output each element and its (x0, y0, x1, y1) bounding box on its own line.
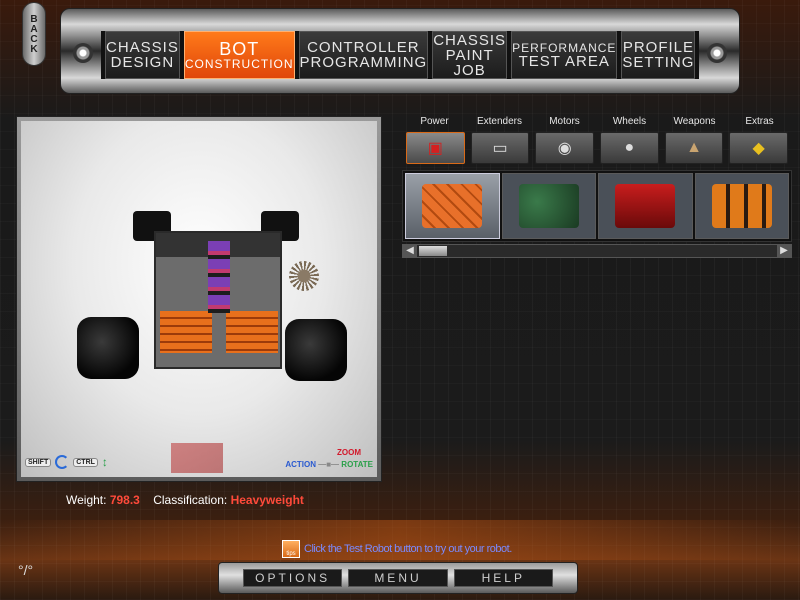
menu-button[interactable]: MENU (348, 569, 448, 587)
battery-icon: ▣ (427, 140, 443, 157)
parts-carousel (402, 170, 792, 242)
tab-chassis-paint-job[interactable]: CHASSIS PAINT JOB (432, 31, 508, 79)
tab-chassis-design[interactable]: CHASSIS DESIGN (105, 31, 180, 79)
robot-battery-right-2 (252, 311, 278, 353)
wrench-watermark-icon (171, 443, 223, 473)
robot-battery-left-2 (186, 311, 212, 353)
robot-battery-right (226, 311, 252, 353)
category-extras-button[interactable]: ◆ (729, 132, 789, 164)
tip-bar: tips Click the Test Robot button to try … (282, 540, 512, 558)
tab-profile-setting[interactable]: PROFILE SETTING (621, 31, 696, 79)
orange-battery-part (422, 184, 483, 228)
corner-logo: °/° (18, 562, 34, 578)
robot-3d-view[interactable]: SHIFT CTRL ↕ ZOOM ACTION —■— ROTATE (21, 121, 377, 477)
back-label: BACK (28, 14, 40, 54)
scroll-left-arrow-icon[interactable]: ◀ (403, 245, 417, 257)
extender-bar-icon: ▭ (492, 140, 508, 157)
vertical-move-icon: ↕ (101, 455, 108, 469)
scroll-thumb[interactable] (419, 246, 447, 256)
part-item[interactable] (501, 173, 596, 239)
category-wheels-label: Wheels (612, 116, 647, 127)
red-battery-part (615, 184, 676, 228)
robot-controller (208, 241, 230, 313)
ctrl-key: CTRL (73, 457, 98, 467)
robot-wheel-left (77, 317, 139, 379)
category-extenders-label: Extenders (476, 116, 523, 127)
category-weapons-button[interactable]: ▲ (664, 132, 724, 164)
robot-viewport[interactable]: SHIFT CTRL ↕ ZOOM ACTION —■— ROTATE (16, 116, 382, 482)
help-button[interactable]: HELP (453, 569, 553, 587)
tab-performance-test-area[interactable]: PERFORMANCE TEST AREA (511, 31, 618, 79)
robot-stats: Weight: 798.3 Classification: Heavyweigh… (66, 493, 314, 507)
gear-tool-icon[interactable] (289, 261, 319, 291)
main-nav-bar: CHASSIS DESIGN BOT CONSTRUCTION CONTROLL… (60, 8, 740, 94)
tab-controller-programming[interactable]: CONTROLLER PROGRAMMING (298, 31, 429, 79)
robot-wheel-right (285, 319, 347, 381)
category-motors-button[interactable]: ◉ (535, 132, 595, 164)
extras-icon: ◆ (752, 140, 765, 157)
weight-label: Weight: (66, 493, 107, 507)
rotate-icon (55, 455, 70, 469)
nav-bolt-right-icon (707, 43, 727, 63)
category-extras-label: Extras (745, 116, 774, 127)
action-hint: ZOOM ACTION —■— ROTATE (285, 448, 373, 469)
options-button[interactable]: OPTIONS (243, 569, 343, 587)
back-button[interactable]: BACK (22, 2, 46, 66)
nav-bolt-left-icon (73, 43, 93, 63)
scroll-right-arrow-icon[interactable]: ▶ (777, 245, 791, 257)
category-weapons-label: Weapons (673, 116, 716, 127)
classification-value: Heavyweight (230, 493, 304, 507)
category-power-button[interactable]: ▣ (406, 132, 465, 164)
category-extenders-button[interactable]: ▭ (470, 132, 530, 164)
zoom-hint: ZOOM (337, 448, 361, 457)
category-motors-label: Motors (549, 116, 580, 127)
part-item[interactable] (694, 173, 789, 239)
weapon-icon: ▲ (686, 139, 702, 156)
shift-key: SHIFT (25, 457, 52, 467)
green-circuit-part (518, 184, 579, 228)
orange-battery-pack-part (711, 184, 772, 228)
category-buttons: ▣ ▭ ◉ ● ▲ ◆ (402, 132, 792, 166)
classification-label: Classification: (153, 493, 228, 507)
tip-text: Click the Test Robot button to try out y… (304, 543, 512, 555)
motor-icon: ◉ (557, 140, 572, 157)
tips-icon: tips (282, 540, 300, 558)
category-power-label: Power (420, 116, 449, 127)
robot-battery-left (160, 311, 186, 353)
action-label: ACTION (285, 460, 316, 469)
category-labels: Power Extenders Motors Wheels Weapons Ex… (402, 116, 792, 130)
tab-bot-construction[interactable]: BOT CONSTRUCTION (183, 31, 295, 79)
weight-value: 798.3 (109, 493, 140, 507)
wheel-icon: ● (624, 139, 635, 156)
robot-model[interactable] (154, 231, 282, 369)
rotate-label: ROTATE (341, 460, 373, 469)
bottom-nav-bar: OPTIONS MENU HELP (218, 562, 578, 594)
parts-scrollbar[interactable]: ◀ ▶ (402, 244, 792, 258)
part-item[interactable] (598, 173, 693, 239)
shift-rotate-hint: SHIFT CTRL ↕ (25, 455, 108, 469)
part-item[interactable] (405, 173, 500, 239)
category-wheels-button[interactable]: ● (600, 132, 659, 164)
